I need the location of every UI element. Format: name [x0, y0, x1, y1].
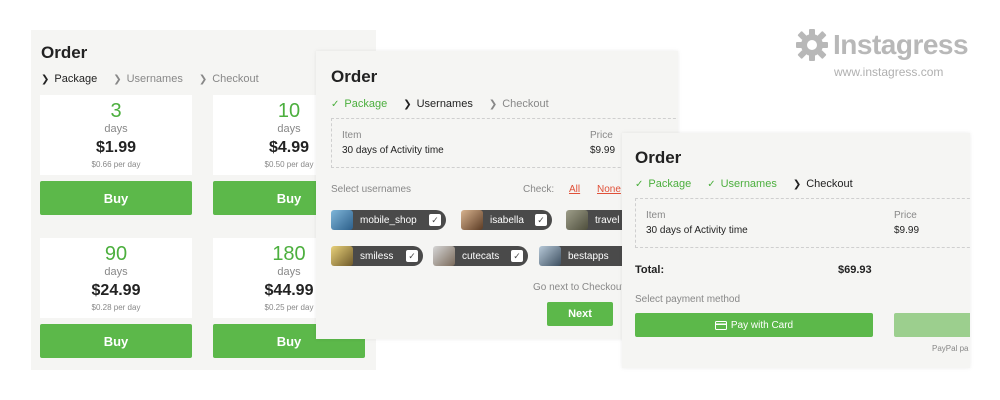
price-value: $9.99	[590, 145, 616, 156]
select-usernames-label: Select usernames	[331, 184, 412, 195]
package-days: 90	[104, 243, 128, 265]
total-value: $69.93	[838, 264, 872, 276]
package-price: $24.99	[91, 282, 141, 299]
avatar	[331, 246, 353, 266]
username-label: bestapps	[568, 250, 609, 262]
next-button[interactable]: Next	[547, 302, 613, 326]
total-label: Total:	[635, 264, 665, 276]
check-icon: ✓	[331, 98, 340, 110]
item-label: Item	[646, 210, 666, 221]
pay-with-card-label: Pay with Card	[730, 319, 794, 331]
checkbox-checked-icon[interactable]: ✓	[406, 250, 418, 262]
checkbox-checked-icon[interactable]: ✓	[429, 214, 441, 226]
breadcrumb: ❯ Package ❯ Usernames ❯ Checkout	[41, 73, 275, 85]
avatar	[539, 246, 561, 266]
package-unit: days	[104, 266, 128, 278]
step-checkout[interactable]: ❯ Checkout	[199, 73, 259, 85]
logo-url: www.instagress.com	[834, 65, 944, 79]
step-usernames[interactable]: ✓ Usernames	[707, 178, 777, 190]
step-checkout[interactable]: ❯ Checkout	[489, 98, 549, 110]
username-label: smiless	[360, 250, 394, 262]
item-label: Item	[342, 130, 362, 141]
paypal-label: PayPal pa	[932, 344, 969, 353]
page-title: Order	[41, 43, 88, 62]
page-title: Order	[331, 67, 378, 86]
username-chip[interactable]: cutecats ✓	[433, 246, 528, 266]
paypal-button[interactable]	[894, 313, 970, 337]
username-label: mobile_shop	[360, 214, 417, 226]
order-item-box: Item 30 days of Activity time Price $9.9…	[635, 198, 970, 248]
checkbox-checked-icon[interactable]: ✓	[535, 214, 547, 226]
username-chip[interactable]: mobile_shop ✓	[331, 210, 446, 230]
chevron-right-icon: ❯	[488, 98, 498, 110]
order-panel-checkout: Order ✓ Package ✓ Usernames ❯ Checkout Item…	[622, 133, 970, 368]
package-card: 90 days $24.99 $0.28 per day	[40, 238, 192, 318]
step-usernames[interactable]: ❯ Usernames	[113, 73, 183, 85]
check-icon: ✓	[707, 178, 716, 190]
chevron-right-icon: ❯	[403, 98, 412, 110]
package-unit: days	[104, 123, 128, 135]
package-per-day: $0.28 per day	[91, 303, 141, 312]
username-chip[interactable]: isabella ✓	[461, 210, 552, 230]
pay-with-card-button[interactable]: Pay with Card	[635, 313, 873, 337]
avatar	[331, 210, 353, 230]
avatar	[566, 210, 588, 230]
credit-card-icon	[714, 320, 727, 330]
check-label: Check:	[523, 184, 555, 195]
avatar	[433, 246, 455, 266]
package-days: 3	[110, 100, 122, 122]
next-hint: Go next to Checkout	[533, 282, 625, 293]
item-value: 30 days of Activity time	[342, 145, 444, 156]
step-package[interactable]: ❯ Package	[41, 73, 97, 85]
item-value: 30 days of Activity time	[646, 225, 748, 236]
chevron-right-icon: ❯	[198, 73, 208, 85]
breadcrumb: ✓ Package ❯ Usernames ❯ Checkout	[331, 98, 565, 110]
step-checkout[interactable]: ❯ Checkout	[793, 178, 853, 190]
price-label: Price	[894, 210, 917, 221]
step-usernames[interactable]: ❯ Usernames	[403, 98, 473, 110]
package-per-day: $0.66 per day	[91, 160, 141, 169]
page-title: Order	[635, 148, 682, 167]
buy-button[interactable]: Buy	[40, 324, 192, 358]
gear-icon	[796, 29, 828, 61]
step-package[interactable]: ✓ Package	[331, 98, 387, 110]
username-label: isabella	[490, 214, 524, 226]
chevron-right-icon: ❯	[113, 73, 122, 85]
checkbox-checked-icon[interactable]: ✓	[511, 250, 523, 262]
check-none-link[interactable]: None	[597, 184, 621, 195]
logo-wordmark: Instagress	[833, 29, 969, 60]
username-chip[interactable]: smiless ✓	[331, 246, 423, 266]
breadcrumb: ✓ Package ✓ Usernames ❯ Checkout	[635, 178, 869, 190]
instagress-logo: Instagress	[795, 28, 969, 62]
payment-method-label: Select payment method	[635, 294, 741, 305]
check-icon: ✓	[635, 178, 644, 190]
check-all-link[interactable]: All	[569, 184, 580, 195]
price-label: Price	[590, 130, 613, 141]
username-label: cutecats	[462, 250, 500, 262]
buy-button[interactable]: Buy	[40, 181, 192, 215]
price-value: $9.99	[894, 225, 920, 236]
package-price: $1.99	[95, 139, 137, 156]
username-label: travel	[595, 214, 620, 226]
step-package[interactable]: ✓ Package	[635, 178, 691, 190]
chevron-right-icon: ❯	[792, 178, 802, 190]
package-card: 3 days $1.99 $0.66 per day	[40, 95, 192, 175]
avatar	[461, 210, 483, 230]
chevron-right-icon: ❯	[41, 73, 50, 85]
